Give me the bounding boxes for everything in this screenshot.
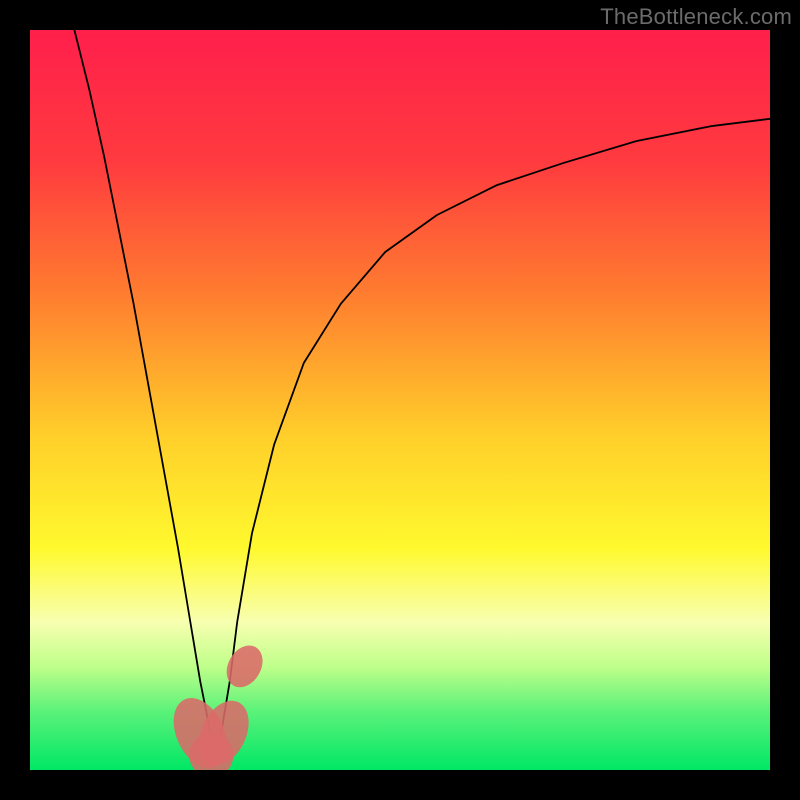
watermark-text: TheBottleneck.com (600, 4, 792, 30)
gradient-background (30, 30, 770, 770)
chart-svg (30, 30, 770, 770)
plot-area (30, 30, 770, 770)
chart-frame: TheBottleneck.com (0, 0, 800, 800)
